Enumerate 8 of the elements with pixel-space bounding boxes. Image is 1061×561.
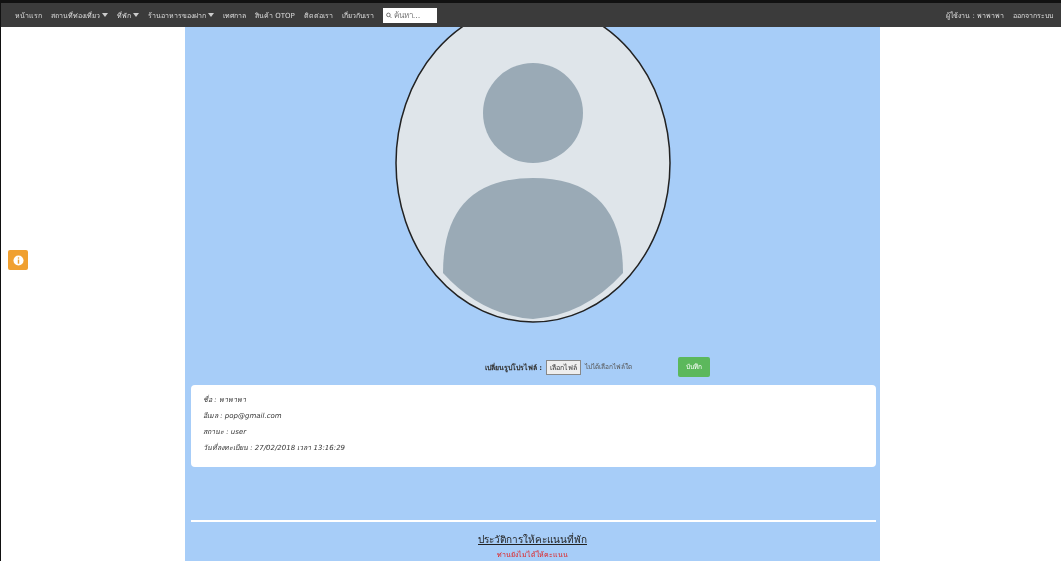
caret-icon xyxy=(208,13,214,17)
info-button[interactable] xyxy=(8,250,28,270)
info-icon xyxy=(12,254,24,266)
search-icon xyxy=(385,10,392,20)
caret-icon xyxy=(102,13,108,17)
caret-icon xyxy=(133,13,139,17)
search-field[interactable]: ค้นหา... xyxy=(382,7,437,23)
section-title: ประวัติการให้คะแนนที่พัก xyxy=(478,532,587,547)
